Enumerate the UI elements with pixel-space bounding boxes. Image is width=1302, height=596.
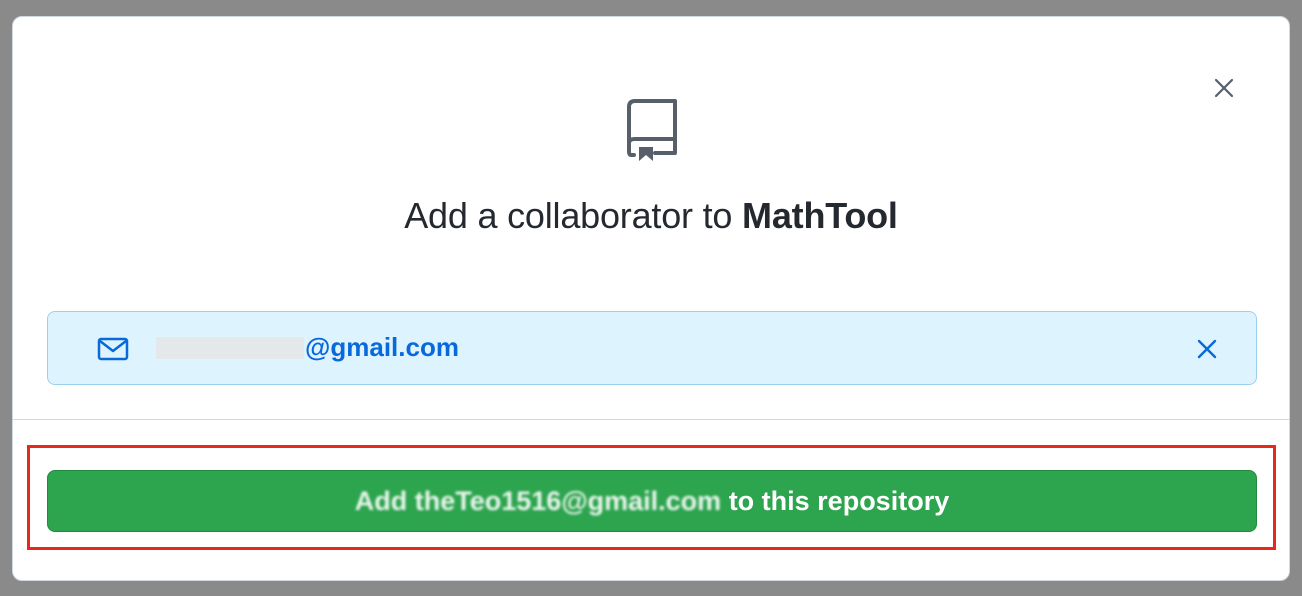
dialog-divider [13, 419, 1289, 420]
email-address: @gmail.com [156, 332, 459, 363]
redacted-username [156, 337, 304, 359]
dialog-title: Add a collaborator to MathTool [13, 195, 1289, 237]
close-icon [1214, 78, 1234, 98]
email-domain: @gmail.com [305, 332, 459, 362]
repo-name: MathTool [742, 195, 898, 236]
add-collaborator-dialog: Add a collaborator to MathTool @gmail.co… [12, 16, 1290, 581]
title-prefix: Add a collaborator to [404, 195, 743, 236]
selected-email-chip: @gmail.com [47, 311, 1257, 385]
remove-email-button[interactable] [1194, 336, 1220, 362]
close-icon [1197, 339, 1217, 359]
mail-icon [97, 337, 129, 361]
repo-book-icon [627, 99, 677, 161]
close-dialog-button[interactable] [1211, 75, 1237, 101]
highlight-annotation-box [27, 445, 1276, 550]
